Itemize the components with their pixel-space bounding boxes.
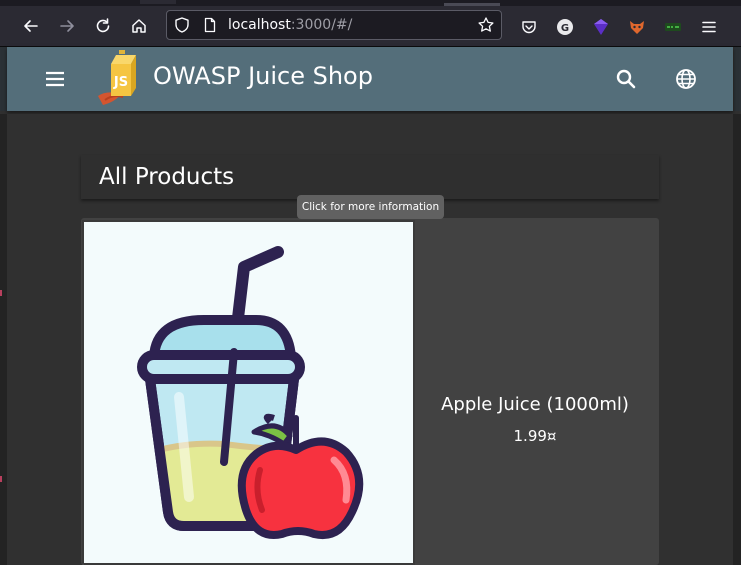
left-gutter xyxy=(0,114,7,565)
tooltip: Click for more information xyxy=(297,195,444,219)
product-card[interactable]: Apple Juice (1000ml) 1.99¤ xyxy=(81,218,659,565)
juice-shop-logo-icon[interactable]: JS xyxy=(95,50,147,106)
apple-juice-image xyxy=(137,246,364,539)
bookmark-star-icon[interactable] xyxy=(477,16,495,34)
purple-extension-icon[interactable] xyxy=(592,18,610,36)
right-gutter xyxy=(733,114,741,565)
app-title[interactable]: OWASP Juice Shop xyxy=(153,62,373,90)
shield-icon[interactable] xyxy=(173,16,191,34)
reload-icon[interactable] xyxy=(89,12,117,40)
url-bar[interactable]: localhost:3000/#/ xyxy=(166,10,502,40)
fox-extension-icon[interactable] xyxy=(628,18,646,36)
home-icon[interactable] xyxy=(125,12,153,40)
green-extension-icon[interactable] xyxy=(664,18,682,36)
menu-icon[interactable] xyxy=(700,18,718,36)
sidenav-menu-icon[interactable] xyxy=(41,66,69,92)
edge-marker xyxy=(0,290,2,296)
forward-icon[interactable] xyxy=(53,12,81,40)
url-path: :3000/#/ xyxy=(290,17,353,33)
g-extension-label: G xyxy=(561,23,569,34)
back-icon[interactable] xyxy=(17,12,45,40)
g-extension-icon[interactable]: G xyxy=(556,18,574,36)
pocket-icon[interactable] xyxy=(520,18,538,36)
logo-label: JS xyxy=(113,75,128,90)
browser-toolbar: localhost:3000/#/ G xyxy=(0,6,741,47)
tab-indicator-2 xyxy=(140,0,176,4)
page-icon xyxy=(204,17,216,33)
right-edge xyxy=(734,47,741,111)
page-title: All Products xyxy=(99,164,235,190)
product-name[interactable]: Apple Juice (1000ml) xyxy=(417,394,653,415)
heading-card: All Products xyxy=(81,155,659,199)
url-text[interactable]: localhost:3000/#/ xyxy=(228,17,352,33)
product-image[interactable] xyxy=(82,220,415,565)
edge-marker xyxy=(0,476,2,482)
left-edge xyxy=(0,47,7,111)
search-icon[interactable] xyxy=(612,65,640,93)
app-toolbar: JS OWASP Juice Shop xyxy=(7,47,733,111)
url-host: localhost xyxy=(228,17,291,33)
product-price: 1.99¤ xyxy=(513,427,557,445)
language-globe-icon[interactable] xyxy=(672,65,700,93)
